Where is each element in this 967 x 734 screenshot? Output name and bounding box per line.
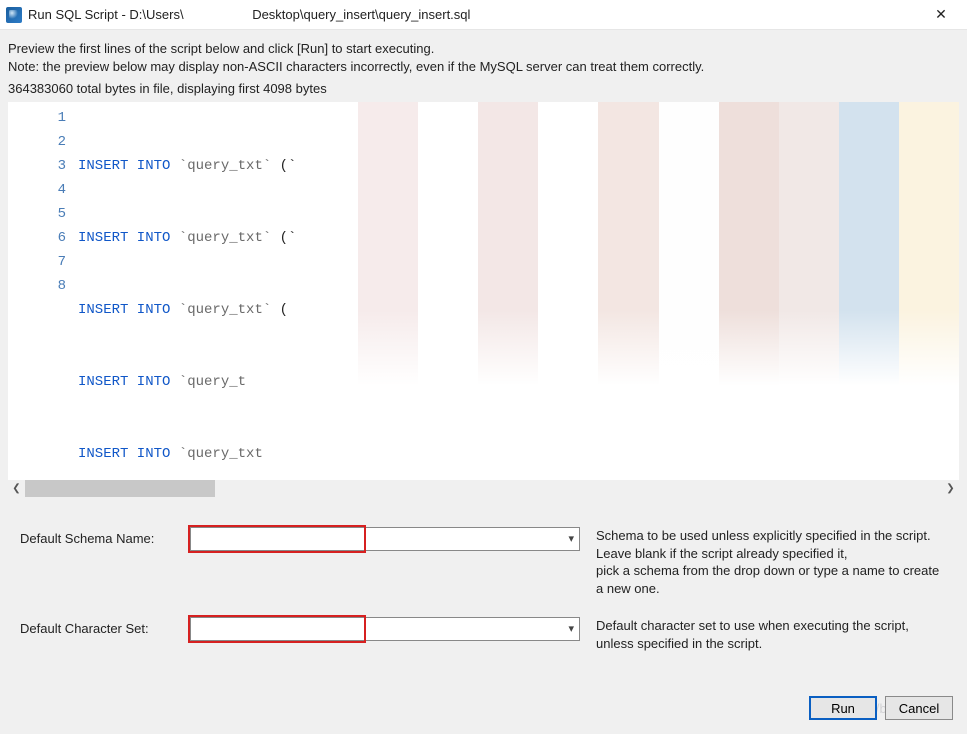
dialog-content: Preview the first lines of the script be… — [0, 30, 967, 680]
window-title-prefix: Run SQL Script - D:\Users\ — [28, 7, 184, 22]
window-title-suffix: Desktop\query_insert\query_insert.sql — [252, 7, 470, 22]
line-number: 7 — [8, 250, 66, 274]
instructions-line-1: Preview the first lines of the script be… — [8, 40, 959, 58]
code-line: INSERT INTO `query_txt` ( — [78, 298, 959, 322]
code-line: INSERT INTO `query_txt` (` — [78, 226, 959, 250]
line-number: 1 — [8, 106, 66, 130]
close-button[interactable]: ✕ — [919, 0, 963, 30]
line-number: 2 — [8, 130, 66, 154]
charset-label: Default Character Set: — [20, 617, 190, 636]
line-number: 8 — [8, 274, 66, 298]
file-size-note: 364383060 total bytes in file, displayin… — [8, 81, 959, 96]
script-preview: 1 2 3 4 5 6 7 8 INSERT INTO `query_txt` … — [8, 102, 959, 480]
dialog-buttons: Run Cancel — [809, 696, 953, 720]
code-area[interactable]: INSERT INTO `query_txt` (` INSERT INTO `… — [78, 102, 959, 480]
line-number: 3 — [8, 154, 66, 178]
schema-row: Default Schema Name: ▾ Schema to be used… — [20, 527, 947, 597]
scroll-thumb[interactable] — [25, 480, 215, 497]
scroll-left-icon[interactable]: ❮ — [8, 480, 25, 497]
scroll-track[interactable] — [25, 480, 942, 497]
schema-label: Default Schema Name: — [20, 527, 190, 546]
schema-combobox[interactable] — [190, 527, 580, 551]
instructions-line-2: Note: the preview below may display non-… — [8, 58, 959, 76]
charset-row: Default Character Set: ▾ Default charact… — [20, 617, 947, 652]
instructions: Preview the first lines of the script be… — [8, 40, 959, 75]
charset-help-text: Default character set to use when execut… — [580, 617, 947, 652]
window-title-redacted — [184, 7, 253, 22]
code-line: INSERT INTO `query_txt` (` — [78, 154, 959, 178]
titlebar: Run SQL Script - D:\Users\ Desktop\query… — [0, 0, 967, 30]
options-form: Default Schema Name: ▾ Schema to be used… — [8, 497, 959, 652]
line-number: 5 — [8, 202, 66, 226]
code-line: INSERT INTO `query_t — [78, 370, 959, 394]
close-icon: ✕ — [935, 6, 947, 23]
horizontal-scrollbar[interactable]: ❮ ❯ — [8, 480, 959, 497]
line-number: 6 — [8, 226, 66, 250]
run-button[interactable]: Run — [809, 696, 877, 720]
charset-combobox[interactable] — [190, 617, 580, 641]
schema-help-text: Schema to be used unless explicitly spec… — [580, 527, 947, 597]
code-line: INSERT INTO `query_txt — [78, 442, 959, 466]
cancel-button[interactable]: Cancel — [885, 696, 953, 720]
scroll-right-icon[interactable]: ❯ — [942, 480, 959, 497]
line-gutter: 1 2 3 4 5 6 7 8 — [8, 102, 78, 480]
app-icon — [6, 7, 22, 23]
line-number: 4 — [8, 178, 66, 202]
